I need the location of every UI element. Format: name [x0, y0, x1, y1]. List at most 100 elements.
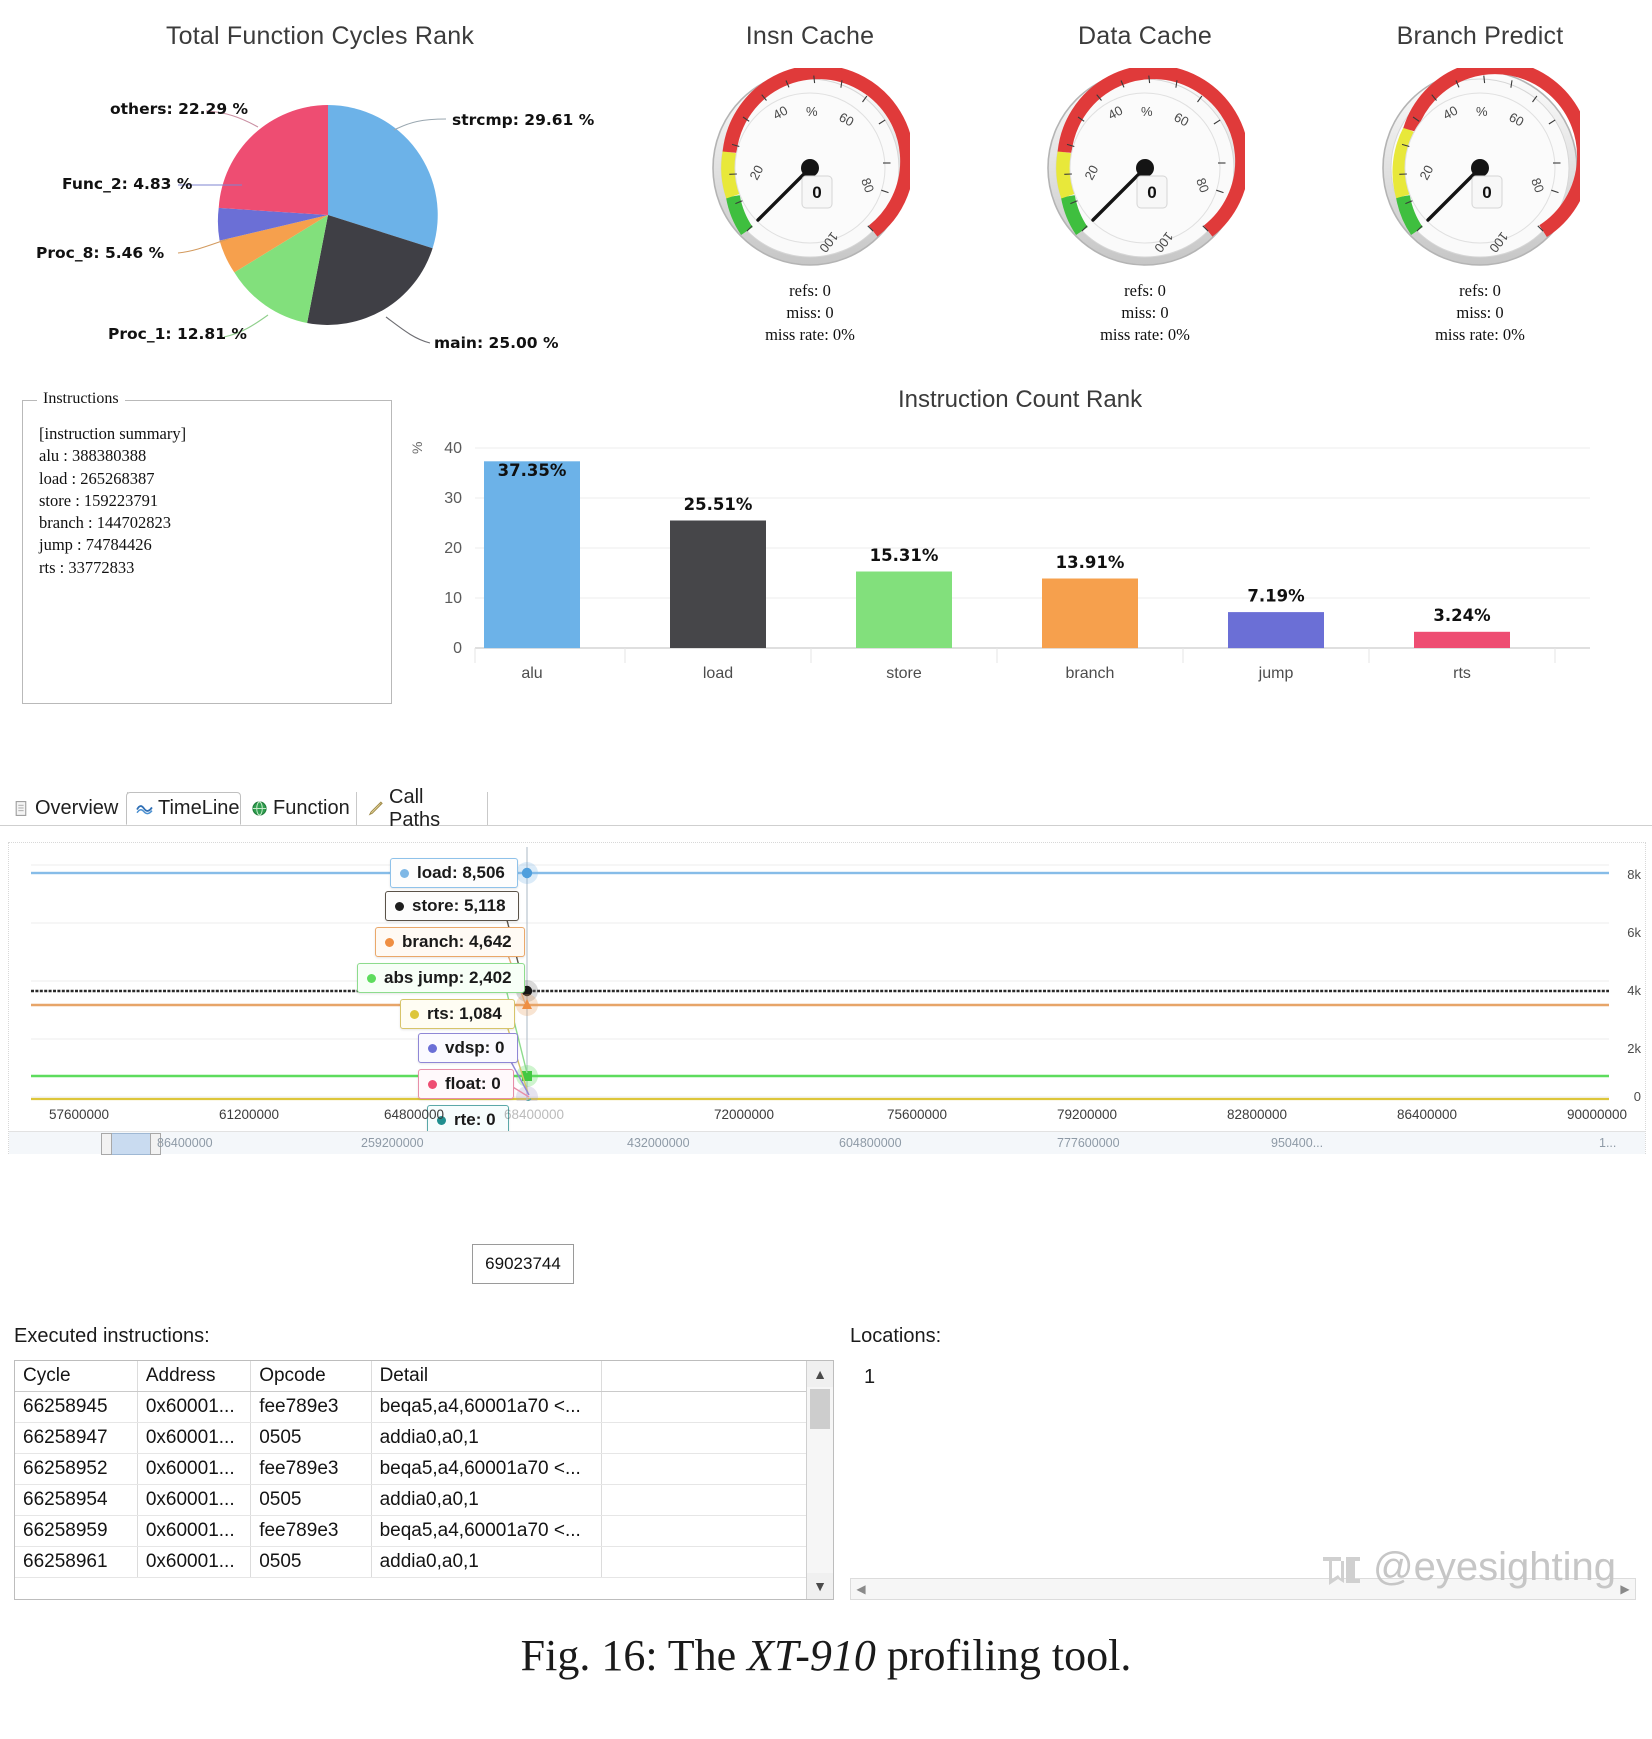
timeline-xtick: 79200000: [1056, 1107, 1118, 1122]
timeline-xtick: 57600000: [48, 1107, 110, 1122]
svg-text:%: %: [1476, 104, 1488, 119]
table-row[interactable]: 66258961 0x60001... 0505 addia0,a0,1: [15, 1546, 833, 1578]
gauge-svg-branch: 20 40 60 80 100 % 0: [1382, 60, 1591, 266]
instruction-line: alu : 388380388: [39, 446, 147, 466]
executed-instructions-table-container[interactable]: Cycle Address Opcode Detail 66258945 0x6…: [14, 1360, 834, 1600]
series-dot-float: [428, 1079, 437, 1089]
svg-text:0: 0: [812, 183, 821, 202]
gauge-refs-data: refs: 0: [1124, 281, 1166, 300]
timeline-ytick: 2k: [1627, 1041, 1641, 1056]
gauge-svg-insn: 20 40 60 80 100 % 0: [712, 65, 915, 266]
location-item[interactable]: 1: [864, 1366, 875, 1389]
svg-text:15.31%: 15.31%: [870, 546, 939, 565]
timeline-tooltip-load: load: 8,506: [390, 858, 518, 888]
table-row[interactable]: 66258954 0x60001... 0505 addia0,a0,1: [15, 1484, 833, 1516]
document-icon: [15, 801, 27, 816]
cell-cycle: 66258952: [15, 1453, 138, 1485]
timeline-ytick: 6k: [1627, 925, 1641, 940]
cell-detail: addia0,a0,1: [371, 1484, 603, 1516]
svg-text:branch: branch: [1066, 665, 1115, 682]
timeline-tooltip-float: float: 0: [418, 1069, 514, 1099]
timeline-tooltip-vdsp-label: vdsp: 0: [445, 1038, 505, 1057]
tab-timeline[interactable]: TimeLine: [126, 792, 241, 825]
gauge-miss-insn: miss: 0: [786, 303, 834, 322]
timeline-xtick: 86400000: [1396, 1107, 1458, 1122]
cell-detail: addia0,a0,1: [371, 1422, 603, 1454]
table-row[interactable]: 66258952 0x60001... fee789e3 beqa5,a4,60…: [15, 1453, 833, 1485]
gauge-missrate-insn: miss rate: 0%: [765, 325, 855, 344]
tab-function-label: Function: [273, 797, 350, 819]
pie-label-func2: Func_2: 4.83 %: [62, 175, 193, 193]
svg-text:0: 0: [1147, 183, 1156, 202]
svg-text:20: 20: [444, 540, 462, 557]
timeline-plot[interactable]: 8k 6k 4k 2k 0 load: 8,506 store: 5,118 b…: [9, 843, 1645, 1135]
table-header-row: Cycle Address Opcode Detail: [15, 1361, 833, 1392]
gauge-stats-insn-cache: refs: 0 miss: 0 miss rate: 0%: [660, 280, 960, 346]
cell-cycle: 66258961: [15, 1546, 138, 1578]
svg-text:rts: rts: [1453, 665, 1471, 682]
instructions-group-box: Instructions [instruction summary] alu :…: [22, 390, 392, 704]
svg-text:3.24%: 3.24%: [1433, 606, 1491, 625]
caption-italic: XT-910: [747, 1631, 876, 1680]
series-dot-branch: [385, 937, 394, 947]
column-header-cycle[interactable]: Cycle: [15, 1361, 138, 1392]
timeline-scroll-tick: 950400...: [1271, 1136, 1324, 1150]
svg-text:%: %: [409, 442, 425, 454]
instruction-line: jump : 74784426: [39, 535, 152, 555]
timeline-scroll-tick: 432000000: [627, 1136, 690, 1150]
table-row[interactable]: 66258959 0x60001... fee789e3 beqa5,a4,60…: [15, 1515, 833, 1547]
column-header-extra[interactable]: [601, 1361, 833, 1392]
timeline-panel[interactable]: 8k 6k 4k 2k 0 load: 8,506 store: 5,118 b…: [8, 842, 1646, 1155]
table-row[interactable]: 66258945 0x60001... fee789e3 beqa5,a4,60…: [15, 1391, 833, 1423]
table-vertical-scrollbar[interactable]: ▲ ▼: [806, 1361, 833, 1599]
tab-overview-label: Overview: [35, 797, 119, 819]
gauge-stats-data-cache: refs: 0 miss: 0 miss rate: 0%: [995, 280, 1295, 346]
gauge-missrate-data: miss rate: 0%: [1100, 325, 1190, 344]
cell-detail: beqa5,a4,60001a70 <...: [371, 1515, 603, 1547]
svg-text:10: 10: [444, 590, 462, 607]
scroll-up-arrow-icon[interactable]: ▲: [807, 1361, 833, 1387]
cell-cycle: 66258945: [15, 1391, 138, 1423]
executed-instructions-table: Cycle Address Opcode Detail 66258945 0x6…: [15, 1361, 833, 1578]
cell-detail: beqa5,a4,60001a70 <...: [371, 1391, 603, 1423]
watermark: @eyesighting: [1319, 1545, 1616, 1590]
profiling-tool-screenshot: Total Function Cycles Rank strcmp: 29.61…: [0, 0, 1652, 1739]
tab-call-paths[interactable]: Call Paths: [358, 786, 488, 831]
table-row[interactable]: 66258947 0x60001... 0505 addia0,a0,1: [15, 1422, 833, 1454]
timeline-scroll-tick: 604800000: [839, 1136, 902, 1150]
globe-icon: [252, 801, 267, 816]
scroll-thumb[interactable]: [810, 1389, 830, 1429]
svg-text:30: 30: [444, 490, 462, 507]
timeline-range-scrollbar[interactable]: 86400000 259200000 432000000 604800000 7…: [9, 1131, 1645, 1155]
gauge-panel-data-cache: Data Cache 20 40 60 80 100 % 0 refs: 0 m…: [995, 22, 1295, 372]
tab-function[interactable]: Function: [242, 792, 357, 825]
svg-text:40: 40: [444, 440, 462, 457]
pie-chart-title: Total Function Cycles Rank: [165, 22, 475, 50]
bar-chart-svg: 40 30 20 10 0 % 37.35% 25.51% 15.31% 13.…: [409, 440, 1590, 682]
timeline-xtick: 68400000: [503, 1107, 565, 1122]
timeline-tooltip-rts-label: rts: 1,084: [427, 1004, 502, 1023]
figure-caption: Fig. 16: The XT-910 profiling tool.: [0, 1630, 1652, 1681]
column-header-address[interactable]: Address: [137, 1361, 252, 1392]
watermark-text: @eyesighting: [1373, 1545, 1616, 1589]
gauge-stats-branch-predict: refs: 0 miss: 0 miss rate: 0%: [1330, 280, 1630, 346]
cell-detail: beqa5,a4,60001a70 <...: [371, 1453, 603, 1485]
scroll-left-arrow-icon[interactable]: ◀: [851, 1579, 871, 1599]
timeline-range-grip-left[interactable]: [101, 1133, 112, 1155]
pie-chart: strcmp: 29.61 % main: 25.00 % Proc_1: 12…: [10, 67, 630, 367]
timeline-ytick: 8k: [1627, 867, 1641, 882]
pie-label-proc8: Proc_8: 5.46 %: [36, 244, 165, 262]
timeline-scroll-tick: 777600000: [1057, 1136, 1120, 1150]
instructions-summary: [instruction summary] alu : 388380388 lo…: [23, 401, 391, 579]
column-header-opcode[interactable]: Opcode: [250, 1361, 372, 1392]
scroll-down-arrow-icon[interactable]: ▼: [807, 1573, 833, 1599]
cell-address: 0x60001...: [137, 1453, 252, 1485]
scroll-right-arrow-icon[interactable]: ▶: [1615, 1579, 1635, 1599]
cell-extra: [601, 1391, 833, 1423]
column-header-detail[interactable]: Detail: [371, 1361, 603, 1392]
timeline-tooltip-rts: rts: 1,084: [400, 999, 515, 1029]
timeline-xtick: 61200000: [218, 1107, 280, 1122]
timeline-xtick: 72000000: [713, 1107, 775, 1122]
tab-overview[interactable]: Overview: [4, 792, 128, 825]
instructions-legend: Instructions: [37, 390, 125, 408]
